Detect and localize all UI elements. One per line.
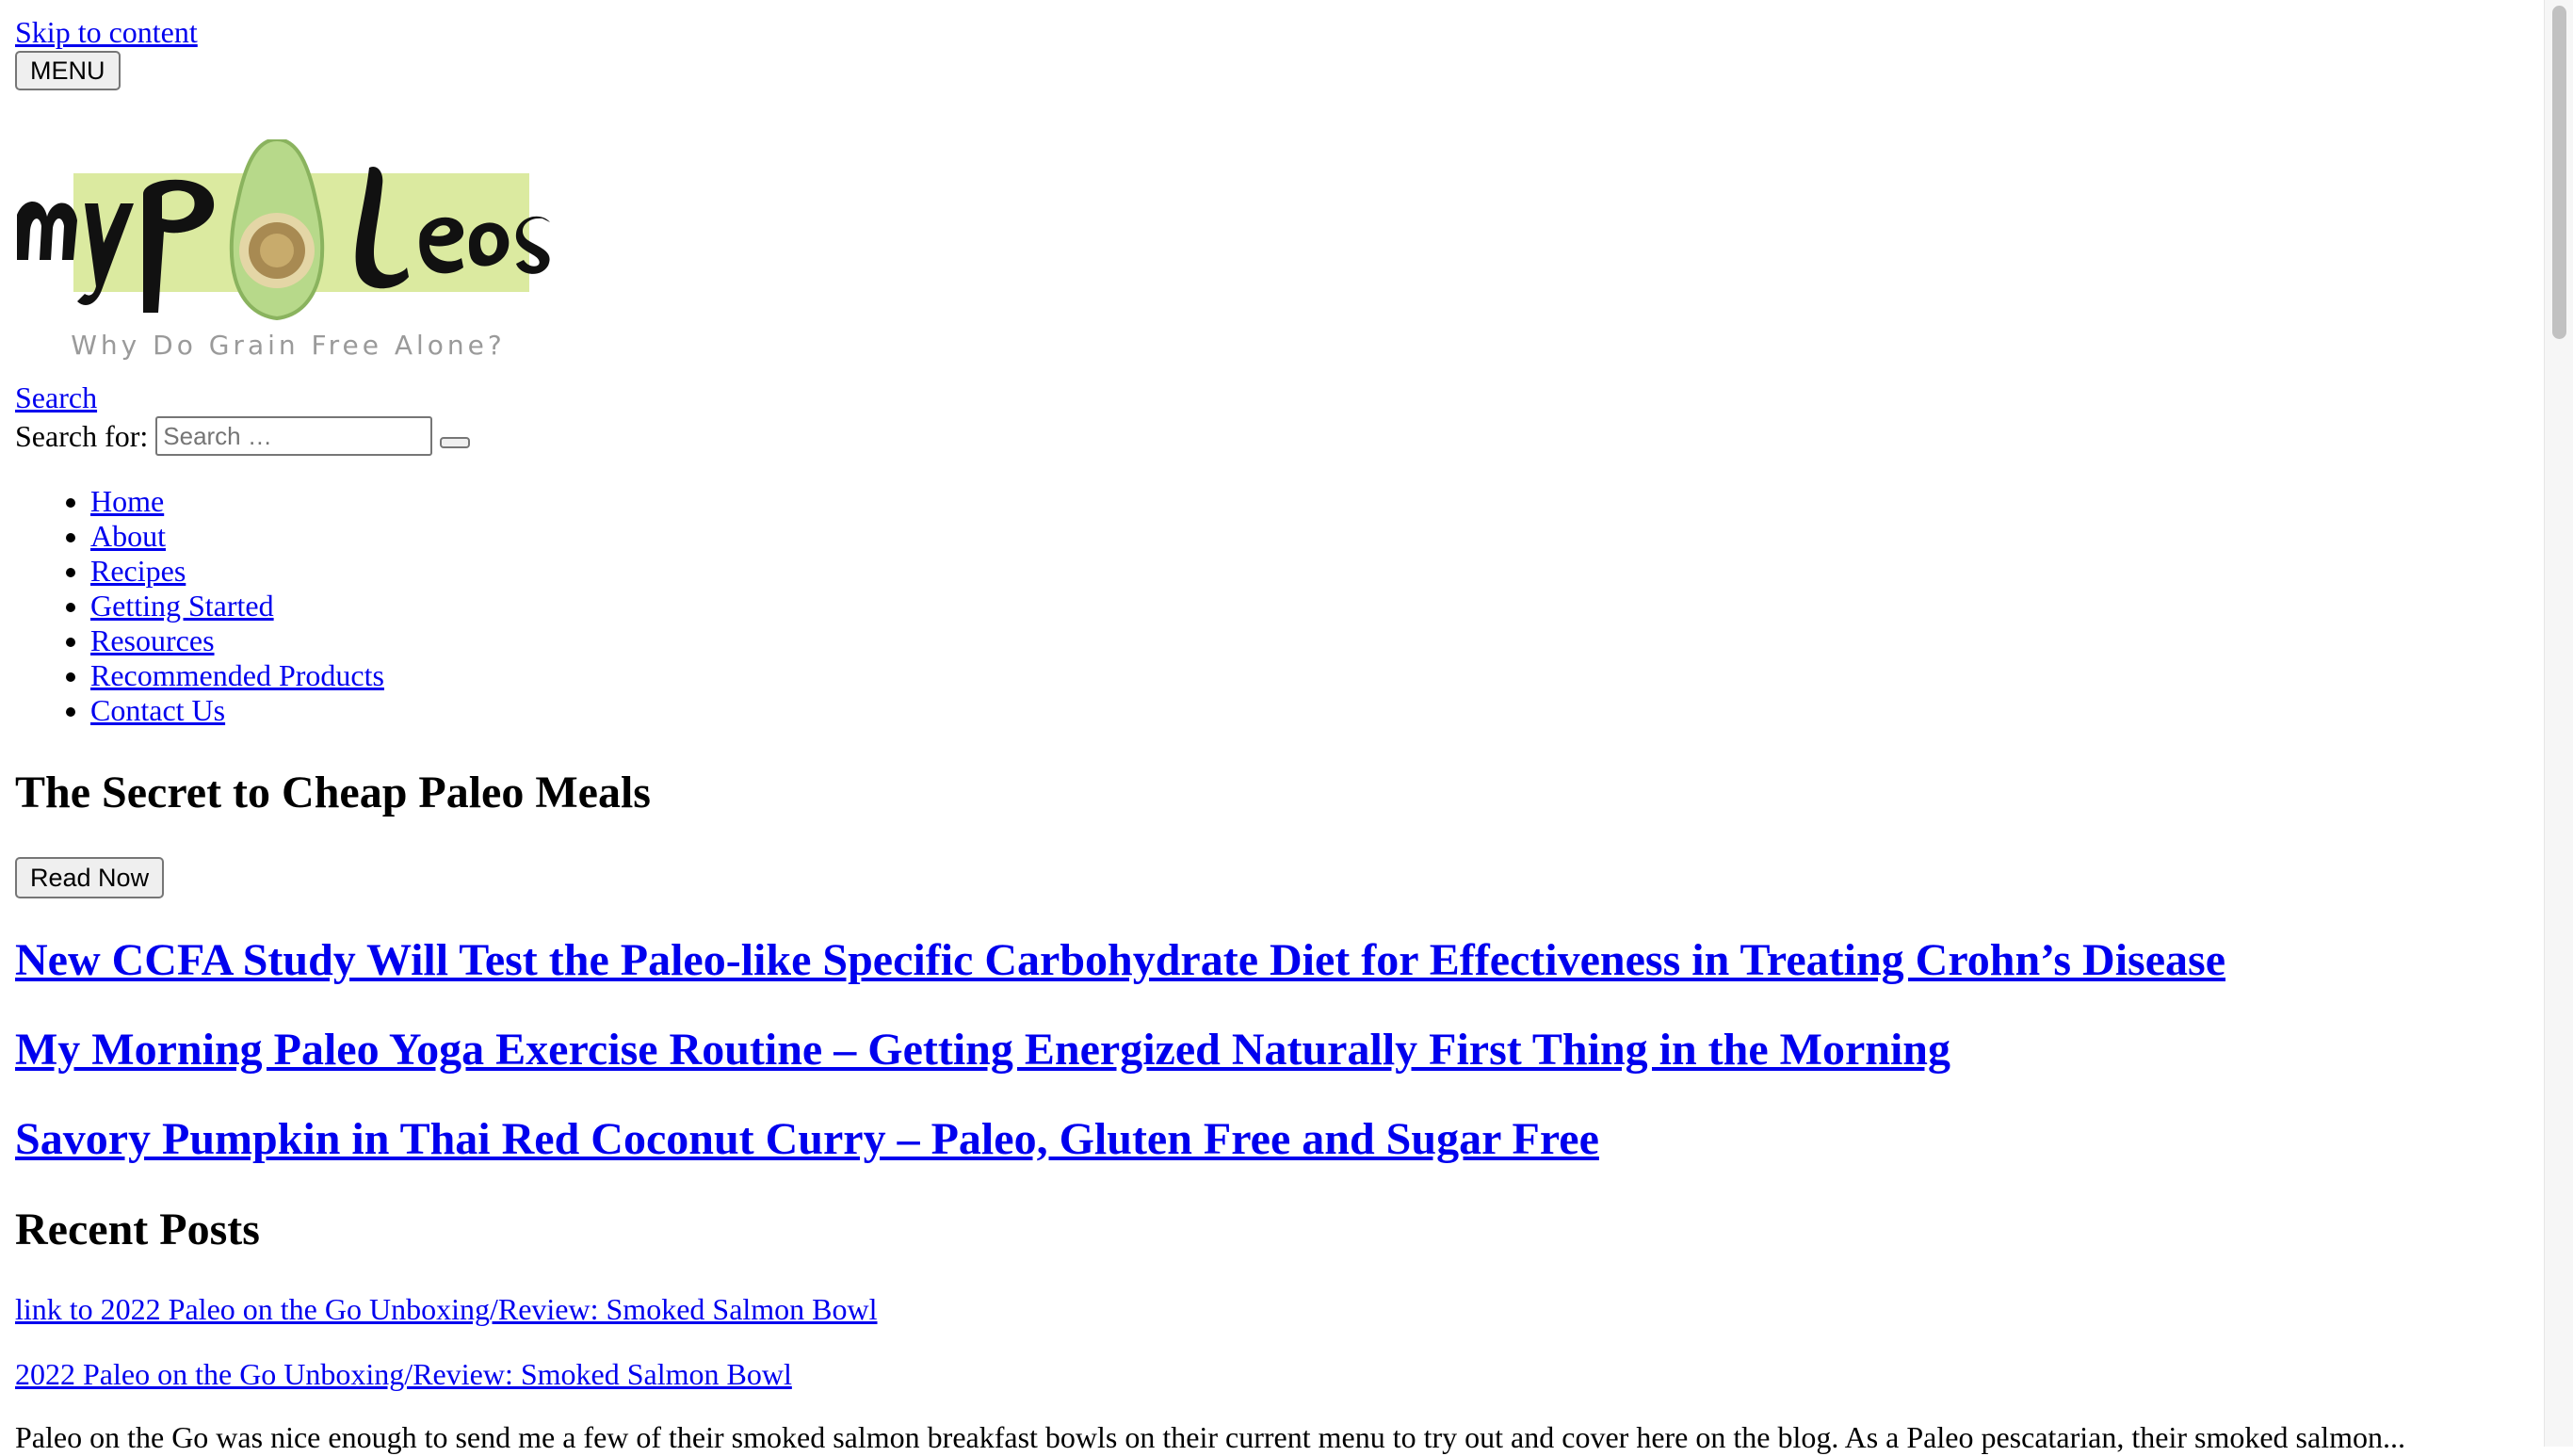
search-link[interactable]: Search — [15, 379, 97, 416]
nav-item-contact-us: Contact Us — [90, 693, 384, 728]
post-title-link[interactable]: My Morning Paleo Yoga Exercise Routine –… — [15, 1025, 1950, 1075]
nav-link-getting-started[interactable]: Getting Started — [90, 589, 274, 623]
featured-post-title: The Secret to Cheap Paleo Meals — [15, 768, 651, 817]
search-label: Search for: — [15, 418, 149, 453]
nav-link-home[interactable]: Home — [90, 484, 164, 518]
post-title: My Morning Paleo Yoga Exercise Routine –… — [15, 1022, 1950, 1078]
nav-item-home: Home — [90, 484, 384, 519]
nav-item-about: About — [90, 519, 384, 554]
vertical-scrollbar[interactable] — [2544, 0, 2573, 1447]
nav-link-resources[interactable]: Resources — [90, 623, 215, 657]
skip-to-content-link[interactable]: Skip to content — [15, 13, 198, 51]
nav-item-recipes: Recipes — [90, 554, 384, 589]
main-navigation: Home About Recipes Getting Started Resou… — [15, 484, 384, 728]
post-title-link[interactable]: Savory Pumpkin in Thai Red Coconut Curry… — [15, 1114, 1599, 1164]
menu-button[interactable]: MENU — [15, 51, 121, 90]
nav-link-recipes[interactable]: Recipes — [90, 554, 186, 588]
post-title-link[interactable]: New CCFA Study Will Test the Paleo-like … — [15, 935, 2225, 985]
scrollbar-thumb[interactable] — [2552, 6, 2566, 339]
avocado-icon — [229, 137, 325, 321]
post-title: Savory Pumpkin in Thai Red Coconut Curry… — [15, 1111, 1599, 1168]
site-logo[interactable]: Why Do Grain Free Alone? — [15, 137, 578, 362]
recent-post-link[interactable]: 2022 Paleo on the Go Unboxing/Review: Sm… — [15, 1355, 792, 1393]
recent-post-excerpt: Paleo on the Go was nice enough to send … — [15, 1420, 2405, 1454]
nav-link-recommended-products[interactable]: Recommended Products — [90, 658, 384, 692]
logo-tagline: Why Do Grain Free Alone? — [71, 330, 506, 361]
nav-item-recommended-products: Recommended Products — [90, 658, 384, 693]
search-form: Search for: — [15, 414, 471, 458]
recent-posts-heading: Recent Posts — [15, 1205, 260, 1254]
post-title: New CCFA Study Will Test the Paleo-like … — [15, 932, 2225, 989]
nav-link-about[interactable]: About — [90, 519, 166, 553]
logo-image: Why Do Grain Free Alone? — [17, 137, 550, 361]
nav-link-contact-us[interactable]: Contact Us — [90, 693, 225, 727]
read-now-button[interactable]: Read Now — [15, 857, 165, 898]
nav-item-resources: Resources — [90, 623, 384, 658]
recent-post-image-link[interactable]: link to 2022 Paleo on the Go Unboxing/Re… — [15, 1290, 878, 1328]
search-input[interactable] — [155, 416, 433, 456]
search-submit-button[interactable] — [440, 437, 471, 448]
nav-item-getting-started: Getting Started — [90, 589, 384, 623]
